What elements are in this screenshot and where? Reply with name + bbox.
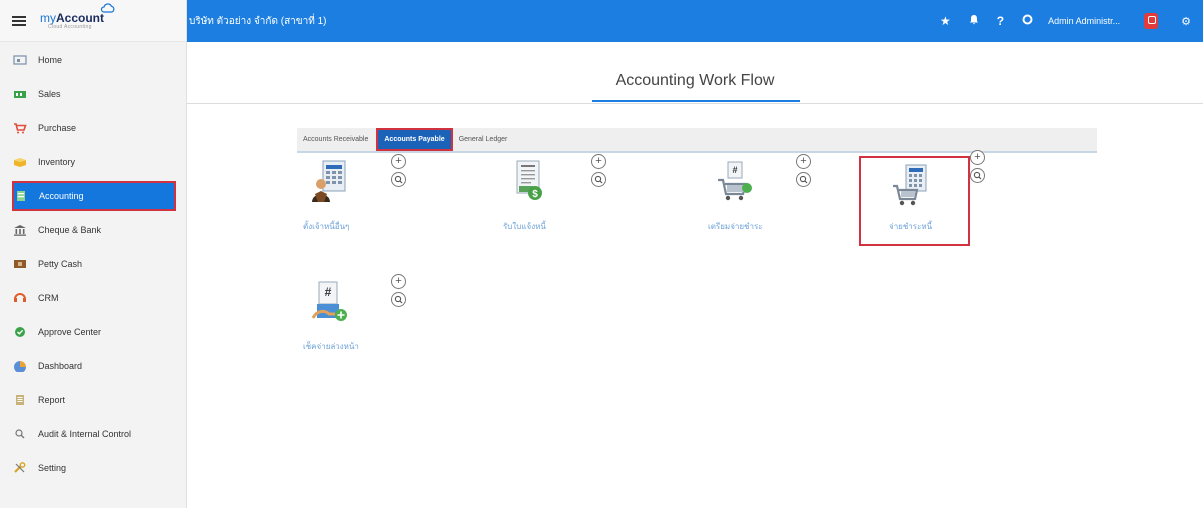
sidebar-item-label: Approve Center <box>38 327 102 337</box>
tile-actions: + <box>591 154 606 187</box>
bell-icon[interactable] <box>969 14 979 28</box>
accounting-icon <box>14 190 28 202</box>
sidebar-item-sales[interactable]: Sales <box>0 77 186 111</box>
search-icon[interactable] <box>591 172 606 187</box>
add-icon[interactable]: + <box>970 150 985 165</box>
tile-actions: + <box>391 274 406 307</box>
sidebar-nav: Home Sales Purchase Inventory Accounting Cheq… <box>0 42 186 485</box>
crm-icon <box>13 292 27 304</box>
setting-icon <box>13 462 27 474</box>
gear-icon[interactable]: ⚙ <box>1181 15 1191 28</box>
brand-bar: myAccount Cloud Accounting <box>0 0 186 42</box>
approve-icon <box>13 326 27 338</box>
sidebar-item-label: Accounting <box>39 191 84 201</box>
sidebar-item-label: Cheque & Bank <box>38 225 102 235</box>
app-logo[interactable]: myAccount Cloud Accounting <box>40 2 115 30</box>
search-icon[interactable] <box>796 172 811 187</box>
sidebar-item-label: Audit & Internal Control <box>38 429 132 439</box>
tile-actions: + <box>796 154 811 187</box>
logo-text-my: my <box>40 10 56 25</box>
svg-text:$: $ <box>532 189 538 200</box>
help-icon[interactable]: ? <box>997 14 1004 28</box>
workflow-tile-label[interactable]: จ่ายชำระหนี้ <box>889 220 932 233</box>
cheque-issue-icon[interactable]: # <box>311 280 351 329</box>
prepare-payment-icon[interactable]: # <box>716 160 756 209</box>
hamburger-menu-icon[interactable] <box>12 15 26 26</box>
workflow-tile[interactable]: $ รับใบแจ้งหนี้ + <box>497 146 607 246</box>
sidebar-item-accounting[interactable]: Accounting <box>12 181 176 211</box>
page-title: Accounting Work Flow <box>615 72 775 89</box>
sidebar-item-label: Setting <box>38 463 67 473</box>
main-content: Accounting Work Flow Accounts Receivable… <box>187 42 1203 508</box>
svg-text:#: # <box>325 285 332 299</box>
workflow-tile-label[interactable]: ตั้งเจ้าหนี้อื่นๆ <box>303 220 349 233</box>
sidebar-item-report[interactable]: Report <box>0 383 186 417</box>
user-menu[interactable]: Admin Administr... <box>1048 16 1120 26</box>
sidebar-item-label: CRM <box>38 293 59 303</box>
search-icon[interactable] <box>391 172 406 187</box>
sidebar-item-petty-cash[interactable]: Petty Cash <box>0 247 186 281</box>
workflow-tile[interactable]: จ่ายชำระหนี้ <box>859 156 970 246</box>
sidebar-item-label: Report <box>38 395 66 405</box>
notification-badge-icon[interactable] <box>1144 13 1159 29</box>
sales-icon <box>13 88 27 100</box>
workflow-tile-label[interactable]: เตรียมจ่ายชำระ <box>708 220 763 233</box>
cart-icon <box>13 122 27 134</box>
dashboard-icon <box>13 360 27 373</box>
title-divider <box>187 103 1203 104</box>
workflow-tile-label[interactable]: รับใบแจ้งหนี้ <box>503 220 546 233</box>
company-name[interactable]: บริษัท ตัวอย่าง จำกัด (สาขาที่ 1) <box>187 14 931 29</box>
cloud-icon <box>100 2 115 13</box>
sidebar-item-approve-center[interactable]: Approve Center <box>0 315 186 349</box>
payment-icon[interactable] <box>891 164 931 213</box>
add-icon[interactable]: + <box>391 154 406 169</box>
add-icon[interactable]: + <box>796 154 811 169</box>
logo-subtitle: Cloud Accounting <box>48 23 92 30</box>
add-icon[interactable]: + <box>391 274 406 289</box>
workflow-tile[interactable]: ตั้งเจ้าหนี้อื่นๆ + <box>297 146 407 246</box>
workflow-tile[interactable]: # เช็คจ่ายล่วงหน้า + <box>297 266 407 366</box>
audit-icon <box>13 428 27 440</box>
workflow-tile-label[interactable]: เช็คจ่ายล่วงหน้า <box>303 340 359 353</box>
sidebar-item-cheque-and-bank[interactable]: Cheque & Bank <box>0 213 186 247</box>
sidebar-item-purchase[interactable]: Purchase <box>0 111 186 145</box>
circle-icon[interactable] <box>1022 14 1033 28</box>
header-actions: ★ ? Admin Administr... ⚙ <box>931 0 1203 42</box>
sidebar-item-audit-and-internal-control[interactable]: Audit & Internal Control <box>0 417 186 451</box>
logo-text-account: Account <box>56 10 104 25</box>
star-icon[interactable]: ★ <box>940 14 951 28</box>
search-icon[interactable] <box>391 292 406 307</box>
home-icon <box>13 54 27 66</box>
workflow-tile[interactable]: # เตรียมจ่ายชำระ + <box>702 146 812 246</box>
sidebar-item-home[interactable]: Home <box>0 43 186 77</box>
sidebar-item-setting[interactable]: Setting <box>0 451 186 485</box>
sidebar: myAccount Cloud Accounting Home Sales Purc… <box>0 0 187 508</box>
inventory-icon <box>13 156 27 168</box>
sidebar-item-label: Inventory <box>38 157 76 167</box>
top-header: บริษัท ตัวอย่าง จำกัด (สาขาที่ 1) ★ ? Ad… <box>187 0 1203 42</box>
title-underline <box>592 100 800 102</box>
creditor-icon[interactable] <box>311 160 351 209</box>
sidebar-item-label: Home <box>38 55 63 65</box>
tile-actions: + <box>970 150 985 183</box>
sidebar-item-label: Petty Cash <box>38 259 83 269</box>
sidebar-item-crm[interactable]: CRM <box>0 281 186 315</box>
add-icon[interactable]: + <box>591 154 606 169</box>
sidebar-item-label: Dashboard <box>38 361 83 371</box>
report-icon <box>13 394 27 406</box>
search-icon[interactable] <box>970 168 985 183</box>
sidebar-item-label: Sales <box>38 89 61 99</box>
sidebar-item-inventory[interactable]: Inventory <box>0 145 186 179</box>
invoice-receive-icon[interactable]: $ <box>511 160 551 209</box>
bank-icon <box>13 224 27 236</box>
cash-icon <box>13 258 27 270</box>
svg-text:#: # <box>732 165 737 175</box>
app-window: myAccount Cloud Accounting Home Sales Purc… <box>0 0 1203 508</box>
tile-actions: + <box>391 154 406 187</box>
sidebar-item-label: Purchase <box>38 123 77 133</box>
sidebar-item-dashboard[interactable]: Dashboard <box>0 349 186 383</box>
